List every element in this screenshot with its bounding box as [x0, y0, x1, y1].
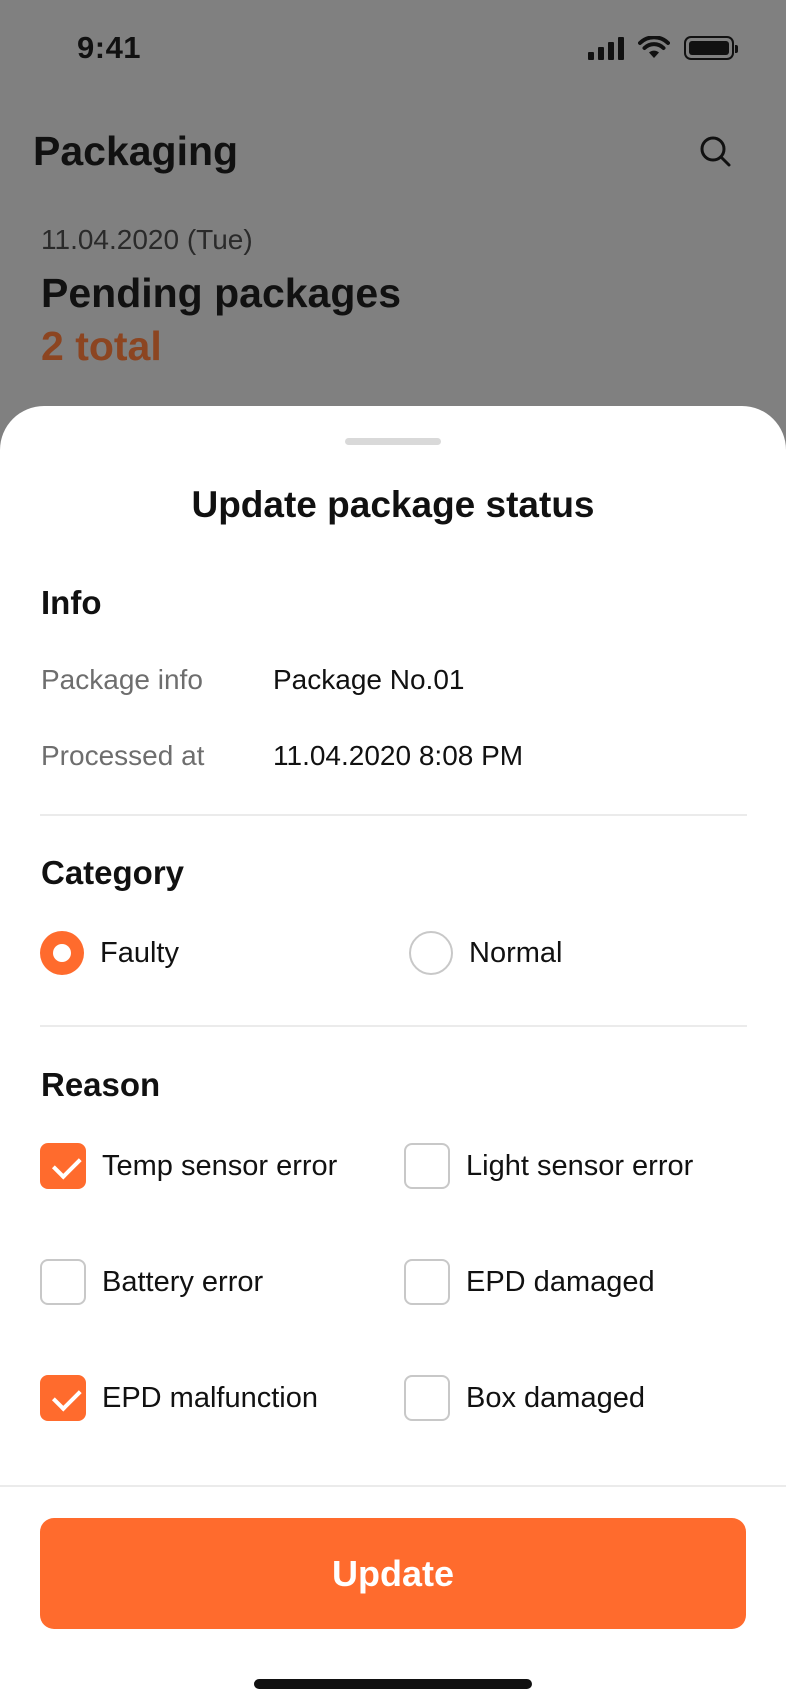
checkbox-unchecked[interactable]	[404, 1259, 450, 1305]
update-status-sheet: Update package status Info Package info …	[0, 406, 786, 1704]
home-indicator[interactable]	[254, 1679, 532, 1689]
option-label: EPD damaged	[466, 1265, 655, 1298]
reason-option-light-sensor-error[interactable]: Light sensor error	[404, 1143, 693, 1189]
app-header: Packaging	[0, 110, 786, 190]
checkbox-checked[interactable]	[40, 1375, 86, 1421]
reason-option-epd-malfunction[interactable]: EPD malfunction	[40, 1375, 318, 1421]
search-icon	[700, 136, 731, 167]
reason-option-box-damaged[interactable]: Box damaged	[404, 1375, 645, 1421]
info-section-title: Info	[41, 584, 102, 621]
option-label: Temp sensor error	[102, 1149, 338, 1182]
radio-unselected[interactable]	[409, 931, 453, 975]
wifi-icon	[638, 36, 670, 58]
checkbox-checked[interactable]	[40, 1143, 86, 1189]
option-label: Faulty	[100, 936, 179, 969]
pending-summary: 11.04.2020 (Tue) Pending packages 2 tota…	[41, 224, 401, 370]
checkbox-unchecked[interactable]	[40, 1259, 86, 1305]
reason-section-title: Reason	[41, 1066, 161, 1103]
category-option-faulty[interactable]: Faulty	[40, 930, 179, 976]
category-option-normal[interactable]: Normal	[409, 930, 562, 976]
checkbox-unchecked[interactable]	[404, 1143, 450, 1189]
option-label: EPD malfunction	[102, 1381, 318, 1414]
package-info-value: Package No.01	[273, 664, 465, 695]
radio-selected[interactable]	[40, 931, 84, 975]
search-button[interactable]	[696, 132, 736, 172]
summary-date: 11.04.2020 (Tue)	[41, 224, 253, 255]
reason-option-temp-sensor-error[interactable]: Temp sensor error	[40, 1143, 337, 1189]
divider	[40, 814, 747, 816]
package-info-label: Package info	[41, 664, 203, 695]
option-label: Battery error	[102, 1265, 264, 1298]
status-icons	[588, 36, 738, 60]
update-button[interactable]: Update	[40, 1518, 746, 1629]
status-bar: 9:41	[0, 0, 786, 100]
option-label: Box damaged	[466, 1381, 645, 1414]
battery-icon	[684, 36, 738, 60]
processed-at-value: 11.04.2020 8:08 PM	[273, 740, 524, 771]
category-section-title: Category	[41, 854, 185, 891]
processed-at-label: Processed at	[41, 740, 205, 771]
option-label: Light sensor error	[466, 1149, 694, 1182]
option-label: Normal	[469, 936, 563, 969]
checkbox-unchecked[interactable]	[404, 1375, 450, 1421]
divider	[40, 1025, 747, 1027]
sheet-title: Update package status	[191, 484, 595, 525]
reason-option-epd-damaged[interactable]: EPD damaged	[404, 1259, 655, 1305]
page-title: Packaging	[33, 128, 239, 174]
summary-heading: Pending packages	[41, 270, 402, 316]
footer-divider	[0, 1485, 786, 1487]
sheet-grabber[interactable]	[345, 438, 441, 445]
summary-total: 2 total	[41, 323, 162, 369]
reason-option-battery-error[interactable]: Battery error	[40, 1259, 263, 1305]
status-time: 9:41	[77, 30, 142, 65]
cellular-signal-icon	[588, 36, 624, 60]
